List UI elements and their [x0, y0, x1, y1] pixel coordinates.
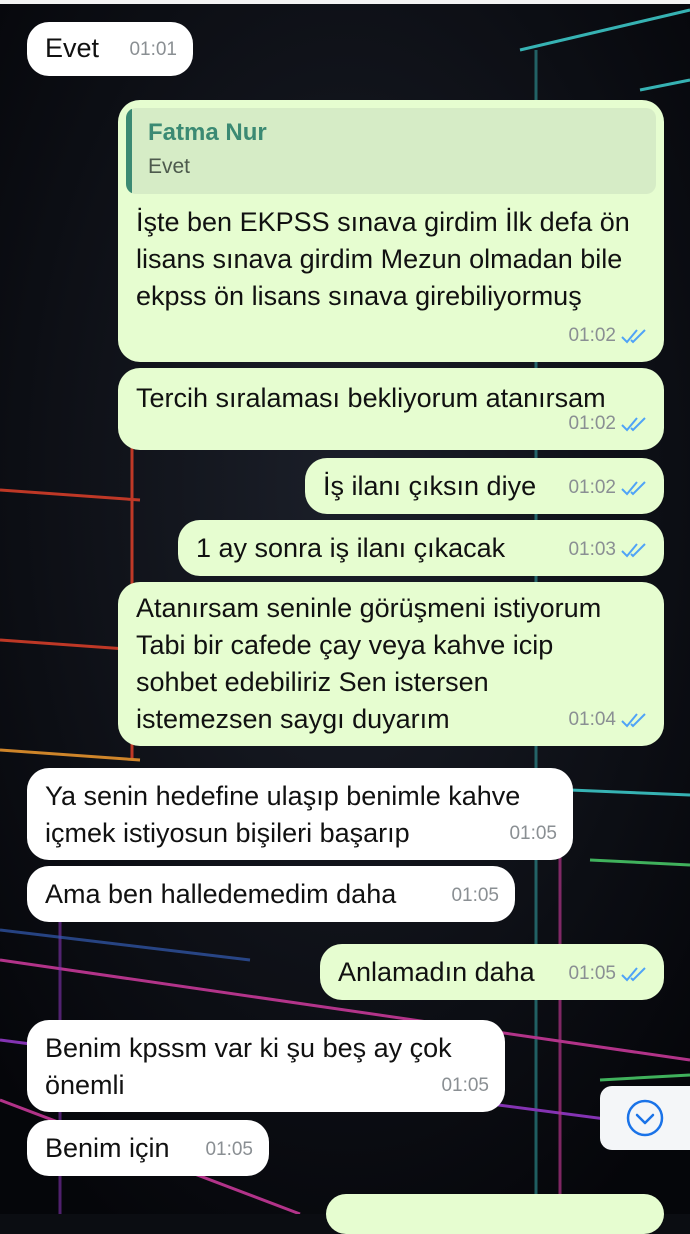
- double-check-icon: [621, 966, 646, 981]
- message-text: Ama ben halledemedim daha: [45, 879, 397, 909]
- message-incoming[interactable]: Benim kpssm var ki şu beş ay çok önemli …: [27, 1020, 505, 1112]
- message-time: 01:02: [568, 325, 616, 346]
- message-time: 01:03: [568, 539, 616, 560]
- message-time: 01:05: [509, 823, 557, 844]
- message-time: 01:05: [451, 885, 499, 906]
- reply-quote[interactable]: Fatma Nur Evet: [126, 108, 656, 194]
- message-time: 01:05: [441, 1075, 489, 1096]
- quote-author: Fatma Nur: [148, 119, 267, 146]
- status-strip: [0, 0, 690, 4]
- message-incoming[interactable]: Benim için 01:05: [27, 1120, 269, 1176]
- message-meta: 01:02: [568, 317, 648, 354]
- message-incoming[interactable]: Ama ben halledemedim daha 01:05: [27, 866, 515, 922]
- message-outgoing[interactable]: Atanırsam seninle görüşmeni istiyorum Ta…: [118, 582, 664, 746]
- double-check-icon: [621, 416, 646, 431]
- message-text: Benim kpssm var ki şu beş ay çok önemli: [45, 1033, 452, 1100]
- scroll-to-bottom-button[interactable]: [600, 1086, 690, 1150]
- message-incoming[interactable]: Ya senin hedefine ulaşıp benimle kahve i…: [27, 768, 573, 860]
- quote-text: Evet: [148, 155, 191, 178]
- double-check-icon: [621, 328, 646, 343]
- double-check-icon: [621, 480, 646, 495]
- message-time: 01:05: [568, 963, 616, 984]
- message-incoming[interactable]: Evet 01:01: [27, 22, 193, 76]
- message-outgoing-partial[interactable]: [326, 1194, 664, 1234]
- message-outgoing[interactable]: 1 ay sonra iş ilanı çıkacak 01:03: [178, 520, 664, 576]
- chevron-down-circle-icon: [626, 1099, 664, 1137]
- message-time: 01:04: [568, 709, 616, 730]
- quote-accent-bar: [126, 108, 132, 194]
- message-time: 01:02: [568, 413, 616, 434]
- message-meta: 01:02: [568, 469, 648, 506]
- message-outgoing[interactable]: Anlamadın daha 01:05: [320, 944, 664, 1000]
- double-check-icon: [621, 542, 646, 557]
- double-check-icon: [621, 712, 646, 727]
- message-text: İşte ben EKPSS sınava girdim İlk defa ön…: [136, 207, 630, 311]
- message-meta: 01:02: [568, 405, 648, 442]
- message-meta: 01:05: [568, 955, 648, 992]
- message-meta: 01:03: [568, 531, 648, 568]
- message-time: 01:02: [568, 477, 616, 498]
- message-meta: 01:04: [568, 701, 648, 738]
- message-time: 01:05: [205, 1139, 253, 1160]
- message-outgoing[interactable]: Fatma Nur Evet İşte ben EKPSS sınava gir…: [118, 100, 664, 362]
- message-time: 01:01: [129, 39, 177, 60]
- message-outgoing[interactable]: İş ilanı çıksın diye 01:02: [305, 458, 664, 514]
- message-outgoing[interactable]: Tercih sıralaması bekliyorum atanırsam 0…: [118, 368, 664, 450]
- message-text: Ya senin hedefine ulaşıp benimle kahve i…: [45, 781, 521, 848]
